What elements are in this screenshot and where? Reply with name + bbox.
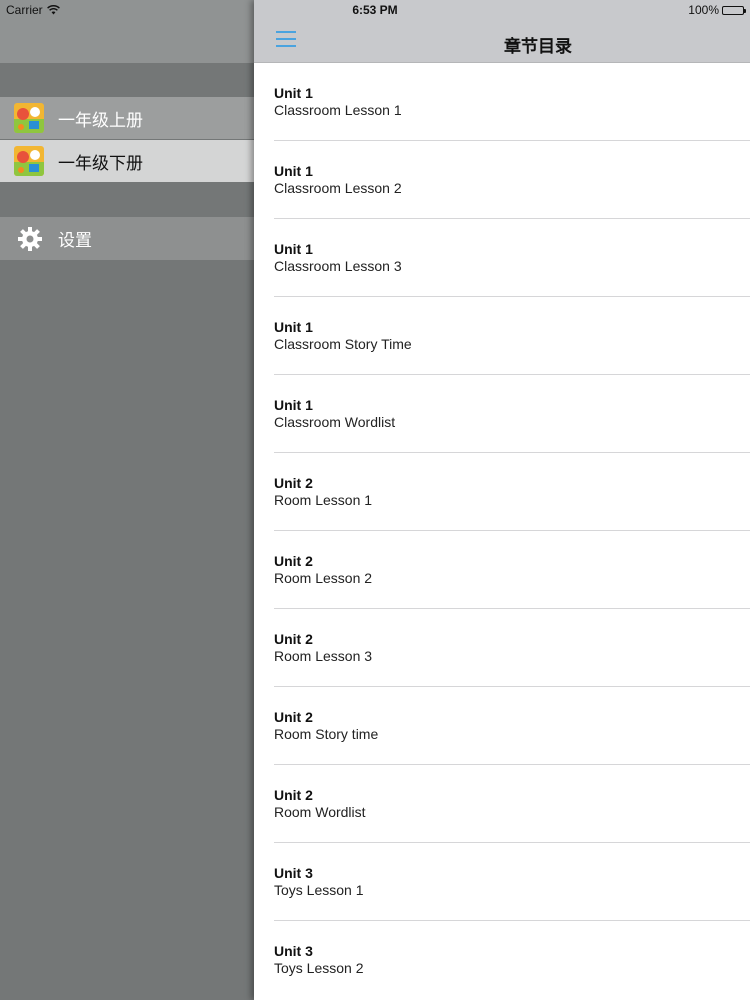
- chapter-unit: Unit 1: [274, 319, 313, 335]
- chapter-list-panel: 章节目录 Unit 1 Classroom Lesson 1 Unit 1 Class…: [254, 0, 750, 1000]
- chapter-row[interactable]: Unit 2 Room Lesson 3: [254, 609, 750, 687]
- status-time: 6:53 PM: [352, 3, 398, 17]
- chapter-row[interactable]: Unit 3 Toys Lesson 1: [254, 843, 750, 921]
- chapter-lesson: Classroom Lesson 2: [274, 180, 402, 196]
- chapter-row[interactable]: Unit 2 Room Wordlist: [254, 765, 750, 843]
- chapter-row[interactable]: Unit 1 Classroom Lesson 3: [254, 219, 750, 297]
- chapter-unit: Unit 2: [274, 631, 313, 647]
- chapter-lesson: Classroom Lesson 1: [274, 102, 402, 118]
- chapter-unit: Unit 1: [274, 241, 313, 257]
- drawer-item-grade1-vol2[interactable]: 一年级下册: [0, 140, 254, 182]
- drawer-item-label: 一年级下册: [58, 153, 143, 173]
- side-drawer: 一年级上册 一年级下册 设置: [0, 0, 254, 1000]
- drawer-item-settings[interactable]: 设置: [0, 217, 254, 260]
- chapter-unit: Unit 1: [274, 163, 313, 179]
- chapter-unit: Unit 2: [274, 475, 313, 491]
- chapter-row[interactable]: Unit 1 Classroom Story Time: [254, 297, 750, 375]
- chapter-row[interactable]: Unit 2 Room Lesson 1: [254, 453, 750, 531]
- chapter-unit: Unit 2: [274, 709, 313, 725]
- chapter-lesson: Room Lesson 2: [274, 570, 373, 586]
- chapter-unit: Unit 2: [274, 553, 313, 569]
- chapter-lesson: Toys Lesson 1: [274, 882, 364, 898]
- chapter-lesson: Room Story time: [274, 726, 379, 742]
- chapter-row[interactable]: Unit 2 Room Story time: [254, 687, 750, 765]
- chapter-unit: Unit 1: [274, 397, 313, 413]
- book-cover-icon: [14, 146, 44, 176]
- drawer-item-label: 设置: [58, 231, 92, 250]
- chapter-lesson: Classroom Story Time: [274, 336, 412, 352]
- chapter-unit: Unit 2: [274, 787, 313, 803]
- drawer-item-label: 一年级上册: [58, 110, 143, 130]
- chapter-lesson: Toys Lesson 2: [274, 960, 364, 976]
- chapter-lesson: Room Wordlist: [274, 804, 366, 820]
- battery-icon: [722, 5, 746, 15]
- chapter-lesson: Room Lesson 3: [274, 648, 373, 664]
- battery-percent: 100%: [688, 3, 719, 17]
- chapter-unit: Unit 3: [274, 943, 313, 959]
- chapter-unit: Unit 1: [274, 85, 313, 101]
- chapter-list: Unit 1 Classroom Lesson 1 Unit 1 Classroom …: [254, 63, 750, 999]
- chapter-row[interactable]: Unit 3 Toys Lesson 2: [254, 921, 750, 999]
- chapter-lesson: Classroom Lesson 3: [274, 258, 402, 274]
- book-cover-icon: [14, 103, 44, 133]
- chapter-row[interactable]: Unit 1 Classroom Wordlist: [254, 375, 750, 453]
- page-title: 章节目录: [504, 37, 572, 56]
- chapter-lesson: Room Lesson 1: [274, 492, 373, 508]
- chapter-row[interactable]: Unit 1 Classroom Lesson 1: [254, 63, 750, 141]
- chapter-unit: Unit 3: [274, 865, 313, 881]
- chapter-row[interactable]: Unit 1 Classroom Lesson 2: [254, 141, 750, 219]
- battery-indicator: 100%: [688, 3, 746, 17]
- app-screen: 一年级上册 一年级下册 设置 章节目录 Unit 1 Classroom Les…: [0, 0, 750, 1000]
- status-bar: Carrier 6:53 PM 100%: [0, 0, 750, 22]
- chapter-lesson: Classroom Wordlist: [274, 414, 396, 430]
- chapter-row[interactable]: Unit 2 Room Lesson 2: [254, 531, 750, 609]
- gear-icon: [17, 226, 43, 252]
- drawer-item-grade1-vol1[interactable]: 一年级上册: [0, 97, 254, 139]
